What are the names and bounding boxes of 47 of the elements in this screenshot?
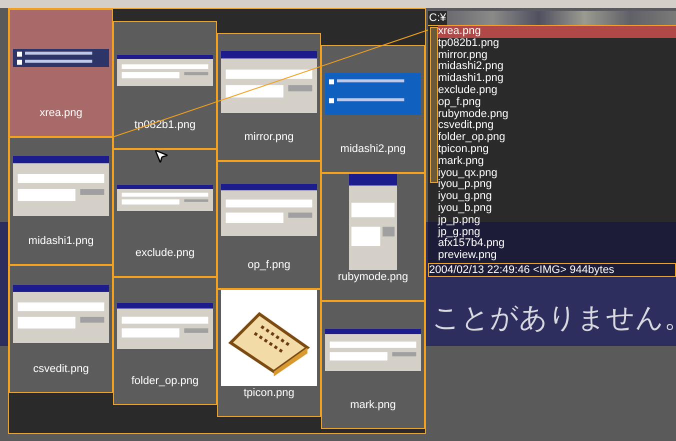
file-row[interactable]: mark.png [438,156,676,168]
file-row[interactable]: csvedit.png [438,120,676,132]
file-row[interactable]: iyou_g.png [438,191,676,203]
thumbnail-cell[interactable]: csvedit.png [9,265,113,393]
file-row[interactable]: tpicon.png [438,144,676,156]
file-row[interactable]: iyou_qx.png [438,168,676,180]
thumbnail-cell[interactable]: tpicon.png [217,289,321,417]
thumbnail-label: exclude.png [135,246,195,260]
file-row[interactable]: folder_op.png [438,132,676,144]
file-row[interactable]: mirror.png [438,50,676,62]
file-row[interactable]: midashi2.png [438,61,676,74]
thumbnail-cell[interactable]: midashi1.png [9,137,113,265]
thumbnail-cell[interactable]: folder_op.png [113,277,217,405]
file-row[interactable]: rubymode.png [438,108,676,120]
file-row[interactable]: exclude.png [438,84,676,97]
thumbnail-cell[interactable]: mark.png [321,301,425,429]
file-row[interactable]: iyou_p.png [438,179,676,192]
file-row[interactable]: op_f.png [438,96,676,109]
thumbnail-label: folder_op.png [131,374,199,388]
thumbnail-cell[interactable]: xrea.png [9,9,113,137]
path-text: C:¥ [428,10,448,24]
thumbnail-label: mirror.png [244,130,294,144]
file-row[interactable]: iyou_b.png [438,202,676,215]
thumbnail-cell[interactable]: rubymode.png [321,173,425,301]
file-row[interactable]: jp_p.png [438,214,676,227]
file-row[interactable]: xrea.png [438,26,676,38]
thumbnail-label: tpicon.png [244,386,294,400]
status-bar: 2004/02/13 22:49:46 <IMG> 944bytes [428,263,676,277]
thumbnail-label: rubymode.png [338,270,408,284]
cursor-icon [153,148,169,164]
thumbnail-label: csvedit.png [33,362,89,376]
thumbnail-cell[interactable]: mirror.png [217,33,321,161]
file-row[interactable]: afx157b4.png [438,238,676,250]
thumbnail-label: op_f.png [248,258,290,272]
file-row[interactable]: tp082b1.png [438,38,676,50]
file-row[interactable]: preview.png [438,250,676,262]
thumbnail-label: xrea.png [40,106,82,120]
thumbnail-cell[interactable]: op_f.png [217,161,321,289]
file-row[interactable]: midashi1.png [438,73,676,85]
thumbnail-label: midashi1.png [28,234,94,248]
thumbnail-cell[interactable]: midashi2.png [321,45,425,173]
thumbnail-label: mark.png [350,398,396,412]
thumbnail-label: midashi2.png [340,142,406,156]
scrollbar-thumb[interactable] [430,27,438,183]
preview-text: ことがありません。 [432,301,676,335]
file-row[interactable]: jp_g.png [438,226,676,238]
thumbnail-cell[interactable]: exclude.png [113,149,217,277]
